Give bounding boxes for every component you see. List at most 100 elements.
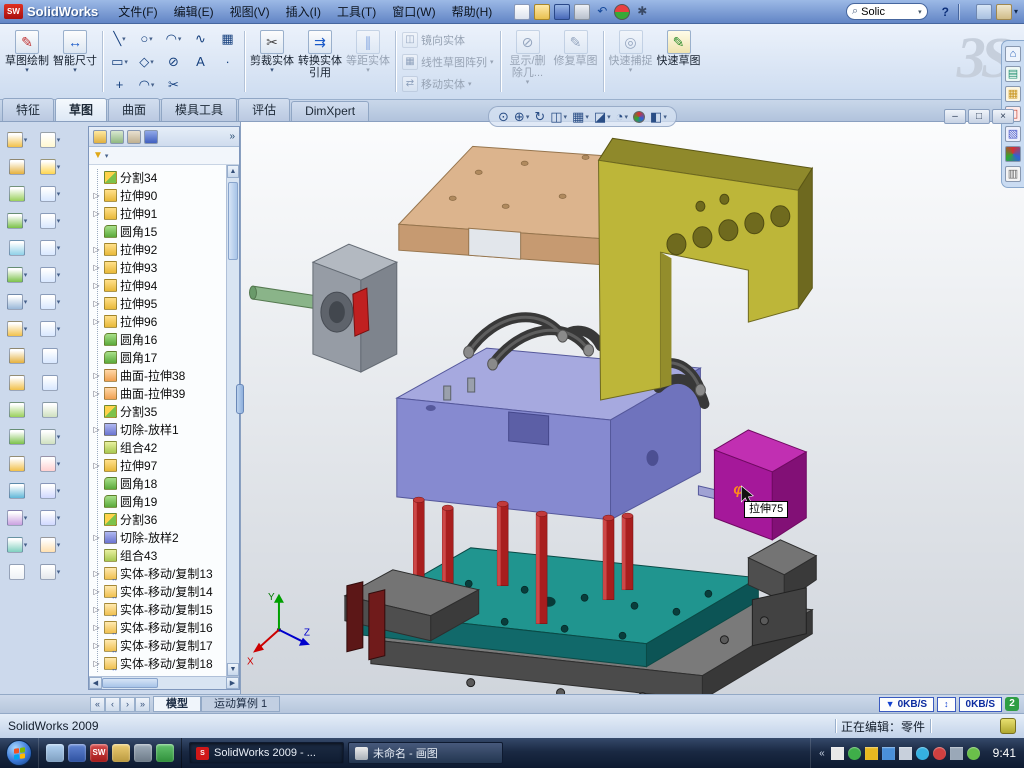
extruded-boss-button[interactable]: ▾ — [7, 126, 28, 153]
expand-arrow-icon[interactable]: ▷ — [92, 371, 101, 380]
menubar-item[interactable]: 帮助(H) — [444, 0, 501, 24]
tab-特征[interactable]: 特征 — [2, 98, 54, 121]
headsup-view-orientation-button[interactable]: ▦▾ — [572, 109, 589, 125]
tree-item[interactable]: 圆角15 — [92, 222, 226, 240]
headsup-previous-view-button[interactable]: ↻ — [534, 109, 545, 125]
tree-vertical-scrollbar[interactable]: ▲ ▼ — [226, 165, 239, 676]
rebuild-icon[interactable] — [614, 4, 630, 20]
tree-item[interactable]: ▷切除-放样2 — [92, 528, 226, 546]
document-tab[interactable]: 运动算例 1 — [201, 696, 280, 712]
menubar-item[interactable]: 编辑(E) — [166, 0, 222, 24]
lofted-boss-button[interactable]: ▾ — [7, 207, 28, 234]
revolved-cut-button[interactable] — [9, 369, 25, 396]
ribbon-button-smart-dimension[interactable]: 智能尺寸▾ — [51, 26, 99, 97]
expand-arrow-icon[interactable]: ▷ — [92, 263, 101, 272]
expand-arrow-icon[interactable]: ▷ — [92, 623, 101, 632]
next-tab-button[interactable]: › — [120, 697, 135, 712]
scroll-left-icon[interactable]: ◀ — [89, 677, 102, 689]
move-entities-tool-button[interactable]: ▾ — [40, 531, 61, 558]
headsup-zoom-area-button[interactable]: ⊕▾ — [514, 109, 529, 125]
yellow-bracket-part[interactable] — [599, 138, 813, 400]
tray-collapse-icon[interactable]: « — [819, 748, 825, 759]
ribbon-button-rapid-sketch[interactable]: 快速草图 — [655, 26, 703, 97]
menubar-item[interactable]: 文件(F) — [110, 0, 165, 24]
expand-arrow-icon[interactable]: ▷ — [92, 299, 101, 308]
tree-filter-row[interactable]: ▼ ▾ — [89, 147, 239, 165]
start-button[interactable] — [6, 740, 32, 766]
volume-icon[interactable] — [899, 747, 912, 760]
instant3d-button[interactable] — [9, 558, 25, 585]
menubar-item[interactable]: 视图(V) — [222, 0, 278, 24]
options-icon[interactable] — [634, 4, 650, 20]
expand-arrow-icon[interactable]: ▷ — [92, 389, 101, 398]
tab-草图[interactable]: 草图 — [55, 98, 107, 121]
expand-arrow-icon[interactable]: ▷ — [92, 209, 101, 218]
scroll-track[interactable] — [227, 178, 239, 663]
linear-pattern-button[interactable]: ▾ — [7, 288, 28, 315]
sketch-tool-sketch-picture[interactable]: ▦ — [214, 27, 241, 50]
show-desktop-icon[interactable] — [46, 744, 64, 762]
ribbon-button-linear-sketch-pattern[interactable]: 线性草图阵列▾ — [402, 52, 494, 72]
tab-DimXpert[interactable]: DimXpert — [291, 101, 369, 121]
save-icon[interactable] — [554, 4, 570, 20]
paint-launcher-icon[interactable] — [134, 744, 152, 762]
sketch-tool-button[interactable]: ▾ — [40, 126, 61, 153]
tree-item[interactable]: ▷曲面-拉伸38 — [92, 366, 226, 384]
feature-manager-icon[interactable] — [93, 130, 107, 144]
ribbon-button-quick-snaps[interactable]: 快速捕捉▾ — [607, 26, 655, 97]
display-relations-tool-button[interactable]: ▾ — [40, 558, 61, 585]
tab-评估[interactable]: 评估 — [238, 98, 290, 121]
tree-item[interactable]: 圆角16 — [92, 330, 226, 348]
print-icon[interactable] — [574, 4, 590, 20]
expand-arrow-icon[interactable]: ▷ — [92, 281, 101, 290]
taskbar-button-solidworks[interactable]: SolidWorks 2009 - ... — [189, 742, 344, 764]
sketch-tool-point[interactable]: ∙ — [214, 50, 241, 73]
tree-item[interactable]: ▷实体-移动/复制16 — [92, 618, 226, 636]
filter-caret-icon[interactable]: ▾ — [105, 152, 109, 160]
draft-button[interactable] — [9, 423, 25, 450]
text-tool-button[interactable] — [42, 369, 58, 396]
headsup-hide-show-items-button[interactable]: ◔▾ — [616, 109, 628, 124]
expand-arrow-icon[interactable]: ▷ — [92, 641, 101, 650]
display-pane-icon[interactable] — [976, 4, 992, 20]
expand-arrow-icon[interactable]: ▷ — [92, 659, 101, 668]
panel-splitter-handle[interactable] — [236, 384, 244, 414]
mirror-button[interactable] — [9, 477, 25, 504]
tree-item[interactable]: ▷实体-移动/复制14 — [92, 582, 226, 600]
sketch-tool-arc[interactable]: ◠▾ — [160, 27, 187, 50]
sketch-tool-polygon[interactable]: ◇▾ — [133, 50, 160, 73]
sketch-tool-line[interactable]: ╲▾ — [106, 27, 133, 50]
expand-arrow-icon[interactable]: ▷ — [92, 425, 101, 434]
header-overflow-icon[interactable]: » — [229, 131, 235, 142]
menubar-item[interactable]: 插入(I) — [278, 0, 329, 24]
ribbon-button-repair-sketch[interactable]: 修复草图 — [552, 26, 600, 97]
tree-item[interactable]: 圆角17 — [92, 348, 226, 366]
sketch-tool-ellipse[interactable]: ⊘ — [160, 50, 187, 73]
folder-icon[interactable] — [112, 744, 130, 762]
hscroll-thumb[interactable] — [102, 678, 158, 688]
green-orb-icon[interactable] — [848, 747, 861, 760]
convert-entities-tool-button[interactable] — [42, 396, 58, 423]
sketch-tool-sketch-fillet[interactable]: ◠▾ — [133, 73, 160, 96]
expand-arrow-icon[interactable]: ▷ — [92, 317, 101, 326]
tree-item[interactable]: ▷切除-放样1 — [92, 420, 226, 438]
rib-button[interactable] — [9, 396, 25, 423]
fillet-button[interactable]: ▾ — [7, 261, 28, 288]
ribbon-button-display-delete-relations[interactable]: 显示/删除几...▾ — [504, 26, 552, 97]
tree-item[interactable]: 圆角18 — [92, 474, 226, 492]
antivirus-icon[interactable] — [967, 747, 980, 760]
sketch-tool-rectangle[interactable]: ▭▾ — [106, 50, 133, 73]
prev-tab-button[interactable]: ‹ — [105, 697, 120, 712]
expand-arrow-icon[interactable]: ▷ — [92, 587, 101, 596]
task-pane-icon[interactable] — [996, 4, 1012, 20]
file-explorer-button[interactable]: ▦ — [1005, 86, 1021, 102]
minimize-button[interactable]: – — [944, 109, 966, 124]
extruded-cut-button[interactable]: ▾ — [7, 315, 28, 342]
toolbar-options-caret-icon[interactable]: ▾ — [1014, 7, 1018, 16]
trim-entities-tool-button[interactable]: ▾ — [40, 450, 61, 477]
taskbar-button-paint[interactable]: 未命名 - 画图 — [348, 742, 503, 764]
3d-model-view[interactable]: φ — [241, 122, 1024, 694]
red-insert-part[interactable] — [353, 288, 369, 336]
help-button[interactable]: ? — [942, 5, 949, 19]
menubar-item[interactable]: 窗口(W) — [384, 0, 443, 24]
